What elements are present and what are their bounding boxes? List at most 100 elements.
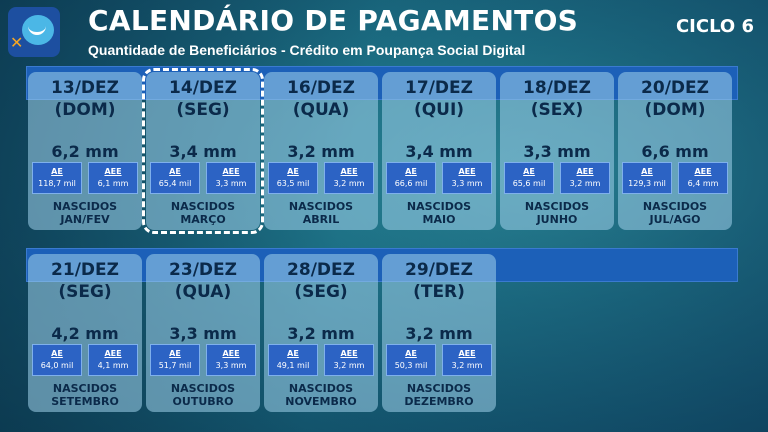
born-label: NASCIDOS [52,200,118,213]
card-date: 16/DEZ [287,78,355,98]
aee-label: AEE [458,349,476,358]
born-month: JAN/FEV [60,213,110,226]
aee-value: 4,1 mm [97,361,129,370]
ae-label: AE [51,349,63,358]
born-label: NASCIDOS [288,200,354,213]
ae-value: 51,7 mil [158,361,192,370]
page-subtitle: Quantidade de Beneficiários - Crédito em… [88,42,526,58]
aee-value: 3,3 mm [451,179,483,188]
aee-value: 3,2 mm [451,361,483,370]
card-total: 3,2 mm [287,142,355,161]
payment-card: 18/DEZ (SEX) 3,3 mm AE 65,6 mil AEE 3,2 mm… [500,72,614,230]
ae-label: AE [287,349,299,358]
aee-value: 6,1 mm [97,179,129,188]
aee-box: AEE 3,3 mm [206,344,256,376]
born-label: NASCIDOS [288,382,354,395]
ae-value: 65,6 mil [512,179,546,188]
payment-card: 13/DEZ (DOM) 6,2 mm AE 118,7 mil AEE 6,1 m… [28,72,142,230]
born-month: JUNHO [536,213,578,226]
ae-value: 64,0 mil [40,361,74,370]
aee-label: AEE [694,167,712,176]
card-date: 23/DEZ [169,260,237,280]
card-date: 13/DEZ [51,78,119,98]
ae-box: AE 129,3 mil [622,162,672,194]
card-date: 17/DEZ [405,78,473,98]
aee-value: 3,2 mm [569,179,601,188]
card-date: 21/DEZ [51,260,119,280]
aee-label: AEE [458,167,476,176]
payment-card: 17/DEZ (QUI) 3,4 mm AE 66,6 mil AEE 3,3 mm… [382,72,496,230]
card-weekday: (SEX) [530,100,584,120]
card-total: 3,3 mm [169,324,237,343]
card-weekday: (QUA) [292,100,350,120]
aee-value: 6,4 mm [687,179,719,188]
ae-box: AE 65,6 mil [504,162,554,194]
card-weekday: (SEG) [294,282,348,302]
card-weekday: (SEG) [176,100,230,120]
ae-box: AE 49,1 mil [268,344,318,376]
ae-box: AE 50,3 mil [386,344,436,376]
payment-card: 21/DEZ (SEG) 4,2 mm AE 64,0 mil AEE 4,1 mm… [28,254,142,412]
born-label: NASCIDOS [524,200,590,213]
ae-box: AE 63,5 mil [268,162,318,194]
born-month: NOVEMBRO [285,395,357,408]
born-month: OUTUBRO [172,395,234,408]
payment-card: 20/DEZ (DOM) 6,6 mm AE 129,3 mil AEE 6,4 m… [618,72,732,230]
born-label: NASCIDOS [52,382,118,395]
ae-box: AE 66,6 mil [386,162,436,194]
ae-label: AE [287,167,299,176]
born-month: SETEMBRO [51,395,119,408]
ae-box: AE 65,4 mil [150,162,200,194]
aee-box: AEE 3,3 mm [442,162,492,194]
ae-value: 129,3 mil [628,179,666,188]
ae-value: 118,7 mil [38,179,76,188]
ae-value: 49,1 mil [276,361,310,370]
born-label: NASCIDOS [406,382,472,395]
aee-box: AEE 3,3 mm [206,162,256,194]
aee-value: 3,2 mm [333,179,365,188]
card-date: 28/DEZ [287,260,355,280]
payment-card: 16/DEZ (QUA) 3,2 mm AE 63,5 mil AEE 3,2 mm… [264,72,378,230]
ae-label: AE [169,167,181,176]
card-total: 3,4 mm [405,142,473,161]
aee-box: AEE 3,2 mm [324,162,374,194]
payment-card-highlighted: 14/DEZ (SEG) 3,4 mm AE 65,4 mil AEE 3,3 mm… [142,68,264,234]
caixa-tem-logo-icon: ✕ [8,7,60,57]
born-label: NASCIDOS [170,382,236,395]
card-total: 3,2 mm [287,324,355,343]
aee-box: AEE 3,2 mm [442,344,492,376]
cycle-label: CICLO 6 [675,16,754,37]
aee-label: AEE [340,349,358,358]
ae-box: AE 51,7 mil [150,344,200,376]
card-date: 20/DEZ [641,78,709,98]
aee-label: AEE [222,167,240,176]
born-month: DEZEMBRO [404,395,474,408]
ae-value: 66,6 mil [394,179,428,188]
born-label: NASCIDOS [406,200,472,213]
card-date: 18/DEZ [523,78,591,98]
card-weekday: (QUA) [174,282,232,302]
ae-value: 50,3 mil [394,361,428,370]
card-date: 29/DEZ [405,260,473,280]
card-total: 6,2 mm [51,142,119,161]
card-total: 3,4 mm [169,142,237,161]
card-total: 4,2 mm [51,324,119,343]
card-weekday: (DOM) [644,100,706,120]
ae-label: AE [405,349,417,358]
page-title: CALENDÁRIO DE PAGAMENTOS [88,4,579,37]
aee-label: AEE [104,167,122,176]
card-total: 6,6 mm [641,142,709,161]
aee-label: AEE [104,349,122,358]
ae-value: 65,4 mil [158,179,192,188]
ae-box: AE 118,7 mil [32,162,82,194]
aee-box: AEE 6,1 mm [88,162,138,194]
born-month: MARÇO [180,213,226,226]
aee-box: AEE 3,2 mm [560,162,610,194]
card-weekday: (DOM) [54,100,116,120]
born-label: NASCIDOS [170,200,236,213]
card-total: 3,2 mm [405,324,473,343]
aee-box: AEE 3,2 mm [324,344,374,376]
aee-value: 3,3 mm [215,179,247,188]
card-total: 3,3 mm [523,142,591,161]
card-weekday: (TER) [413,282,465,302]
